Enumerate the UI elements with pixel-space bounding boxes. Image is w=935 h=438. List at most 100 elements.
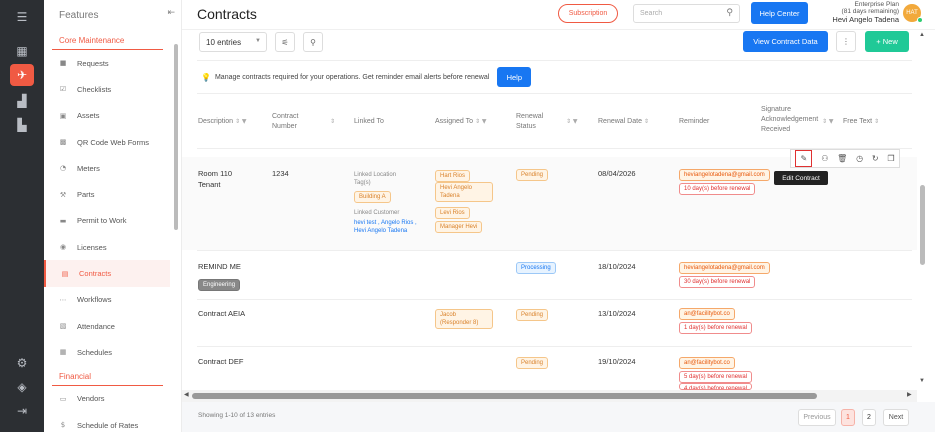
- maintenance-icon[interactable]: ✈: [10, 64, 34, 86]
- page-title: Contracts: [197, 6, 257, 22]
- workflow-icon: ⋯: [59, 295, 67, 304]
- sidebar-item-checklists[interactable]: ☑ Checklists: [44, 76, 170, 102]
- sidebar-item-schedule-of-rates[interactable]: $ Schedule of Rates: [44, 412, 170, 438]
- pagination-page-1[interactable]: 1: [841, 409, 855, 426]
- col-reminder[interactable]: Reminder: [679, 117, 709, 127]
- qr-icon: ▩: [59, 138, 67, 147]
- sidebar-item-meters[interactable]: ◔ Meters: [44, 155, 170, 181]
- table-footer: Showing 1-10 of 13 entries Previous 1 2 …: [182, 402, 935, 432]
- dashboard-icon[interactable]: ▦: [10, 40, 34, 62]
- sidebar-item-label: Schedule of Rates: [77, 420, 139, 430]
- vertical-scrollbar[interactable]: ▲ ▼: [917, 30, 929, 390]
- sidebar-item-label: QR Code Web Forms: [77, 137, 149, 147]
- col-description[interactable]: Description ⇕ ▼: [198, 117, 247, 127]
- cube-icon[interactable]: ◈: [10, 376, 34, 398]
- edit-pencil-icon[interactable]: ✎: [795, 150, 813, 167]
- sidebar-item-permit[interactable]: ▬ Permit to Work: [44, 208, 170, 234]
- analytics-icon[interactable]: ▟: [10, 90, 34, 112]
- subscription-button[interactable]: Subscription: [558, 4, 618, 23]
- sidebar-item-workflows[interactable]: ⋯ Workflows: [44, 287, 170, 313]
- scroll-right-icon[interactable]: ▶: [907, 391, 912, 398]
- col-linked-to[interactable]: Linked To: [354, 117, 384, 127]
- logout-icon[interactable]: ⇥: [10, 400, 34, 422]
- col-contract-number[interactable]: Contract Number: [272, 112, 312, 132]
- sidebar-item-contracts[interactable]: ▤ Contracts: [44, 260, 170, 287]
- search-placeholder: Search: [640, 10, 663, 17]
- scroll-left-icon[interactable]: ◀: [184, 391, 189, 398]
- collapse-sidebar-icon[interactable]: ⇤: [167, 8, 175, 18]
- sidebar-item-assets[interactable]: ▣ Assets: [44, 103, 170, 129]
- sidebar-item-licenses[interactable]: ◉ Licenses: [44, 234, 170, 260]
- sidebar-item-attendance[interactable]: ▧ Attendance: [44, 313, 170, 339]
- sidebar-item-qr-forms[interactable]: ▩ QR Code Web Forms: [44, 129, 170, 155]
- sort-icon[interactable]: ⇕: [874, 118, 879, 125]
- row3-reminder-email: an@facilitybot.co: [679, 308, 735, 320]
- new-contract-button[interactable]: + New: [865, 31, 909, 52]
- parts-icon: ⚒: [59, 190, 67, 199]
- row1-linked-customer[interactable]: hevi test , Angelo Rios , Hevi Angelo Ta…: [354, 219, 424, 235]
- avatar[interactable]: HAT: [903, 4, 923, 23]
- sidebar-item-label: Parts: [77, 190, 95, 200]
- scroll-up-icon[interactable]: ▲: [919, 32, 925, 38]
- features-title: Features: [59, 9, 99, 21]
- scroll-down-icon[interactable]: ▼: [919, 378, 925, 384]
- menu-toggle-icon[interactable]: ☰: [10, 6, 34, 28]
- help-center-button[interactable]: Help Center: [751, 2, 808, 24]
- attendance-icon: ▧: [59, 322, 67, 331]
- sort-icon[interactable]: ⇕: [330, 117, 335, 127]
- col-renewal-status[interactable]: Renewal Status: [516, 112, 554, 132]
- entries-select[interactable]: 10 entries ▼: [199, 32, 267, 52]
- col-renewal-date[interactable]: Renewal Date ⇕: [598, 117, 649, 127]
- sort-filter-icon[interactable]: ⇕ ▼: [235, 118, 247, 125]
- delete-trash-icon[interactable]: 🗑: [837, 154, 847, 163]
- row4-reminder-days: 5 day(s) before renewal: [679, 371, 753, 383]
- lightbulb-icon: 💡: [201, 72, 211, 82]
- plan-info: Enterprise Plan (81 days remaining) Hevi…: [832, 1, 899, 23]
- sort-filter-icon[interactable]: ⇕ ▼: [475, 118, 487, 125]
- col-free-text[interactable]: Free Text ⇕: [843, 117, 879, 127]
- col-assigned-to[interactable]: Assigned To ⇕ ▼: [435, 117, 487, 127]
- horizontal-scroll-thumb[interactable]: [192, 393, 817, 399]
- settings-gear-icon[interactable]: ⚙: [10, 352, 34, 374]
- assign-users-icon[interactable]: ⚇: [821, 154, 828, 163]
- filter-settings-button[interactable]: ⚟: [275, 32, 295, 52]
- col-signature[interactable]: Signature Acknowledgement Received: [761, 105, 831, 135]
- vertical-scroll-thumb[interactable]: [920, 185, 925, 265]
- pagination-next[interactable]: Next: [883, 409, 909, 426]
- sidebar-scrollbar[interactable]: [174, 44, 178, 230]
- entries-value: 10 entries: [206, 38, 242, 47]
- sort-icon[interactable]: ⇕: [644, 118, 649, 125]
- notice-help-button[interactable]: Help: [497, 67, 532, 87]
- search-icon[interactable]: ⚲: [726, 8, 733, 18]
- row4-description: Contract DEF: [198, 357, 244, 366]
- horizontal-scrollbar[interactable]: ◀ ▶: [182, 390, 917, 402]
- reports-icon[interactable]: ▙: [10, 114, 34, 136]
- license-icon: ◉: [59, 243, 67, 252]
- sidebar-item-vendors[interactable]: ▭ Vendors: [44, 386, 170, 412]
- row1-reminder-email: heviangelotadena@gmail.com: [679, 169, 770, 181]
- main-content: Contracts Subscription Search ⚲ Help Cen…: [182, 0, 935, 432]
- row1-linked-location-label: Linked Location Tag(s): [354, 172, 397, 186]
- sort-filter-icon[interactable]: ⇕ ▼: [566, 117, 578, 127]
- row4-reminder-days-2: 4 day(s) before renewal: [679, 383, 753, 390]
- more-options-button[interactable]: ⋮: [836, 31, 856, 52]
- sort-filter-icon[interactable]: ⇕ ▼: [822, 117, 834, 127]
- history-clock-icon[interactable]: ◷: [856, 154, 863, 163]
- copy-icon[interactable]: ❐: [887, 154, 894, 163]
- sidebar-item-parts[interactable]: ⚒ Parts: [44, 181, 170, 207]
- row1-location-tag[interactable]: Building A: [354, 191, 391, 203]
- sidebar-item-requests[interactable]: ■ Requests: [44, 50, 170, 76]
- sidebar-item-label: Attendance: [77, 321, 115, 331]
- search-input[interactable]: Search ⚲: [633, 4, 740, 23]
- contract-icon: ▤: [61, 269, 69, 278]
- sidebar-item-schedules[interactable]: ▦ Schedules: [44, 339, 170, 365]
- chevron-down-icon: ▼: [255, 38, 261, 44]
- view-contract-data-button[interactable]: View Contract Data: [743, 31, 828, 52]
- refresh-icon[interactable]: ↻: [872, 154, 879, 163]
- pagination-previous[interactable]: Previous: [798, 409, 836, 426]
- search-toggle-button[interactable]: ⚲: [303, 32, 323, 52]
- sidebar-item-label: Permit to Work: [77, 216, 127, 226]
- edit-contract-tooltip: Edit Contract: [774, 171, 828, 185]
- row4-reminder-email: an@facilitybot.co: [679, 357, 735, 369]
- pagination-page-2[interactable]: 2: [862, 409, 876, 426]
